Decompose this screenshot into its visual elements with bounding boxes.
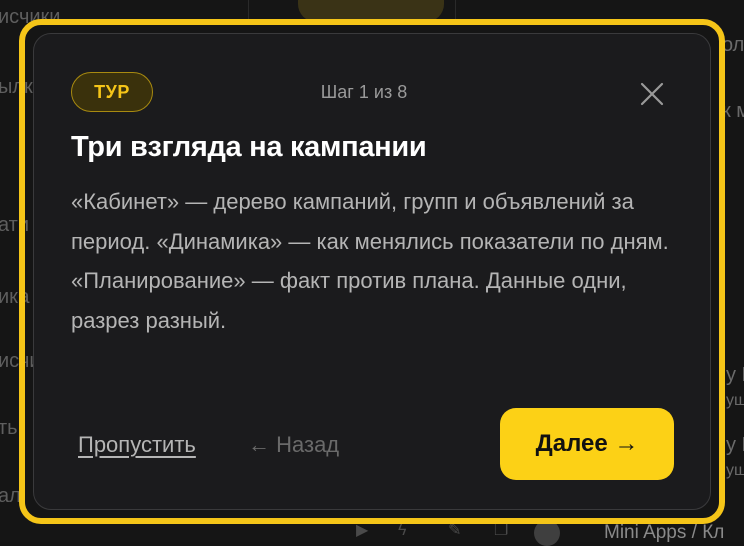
step-counter: Шаг 1 из 8 bbox=[320, 82, 408, 102]
skip-link[interactable]: Пропустить bbox=[78, 432, 196, 458]
background-label: оле bbox=[722, 34, 744, 56]
close-icon bbox=[640, 82, 664, 106]
background-label: к ме bbox=[722, 100, 744, 122]
close-button[interactable] bbox=[636, 78, 668, 110]
next-button[interactable]: Далее → bbox=[500, 408, 674, 480]
tour-badge: ТУР bbox=[71, 72, 153, 112]
background-label: у Кл bbox=[726, 434, 744, 456]
background-label: ал bbox=[0, 485, 21, 507]
dialog-title: Три взгляда на кампании bbox=[71, 131, 427, 163]
tour-dialog: ТУР Шаг 1 из 8 Три взгляда на кампании «… bbox=[33, 33, 711, 510]
background-label: уш bbox=[726, 392, 744, 409]
background-label: ть bbox=[0, 417, 18, 439]
background-footer-text: Mini Apps / Кл bbox=[604, 522, 725, 543]
background-label: уш bbox=[726, 462, 744, 479]
background-label: у Кл bbox=[726, 364, 744, 386]
back-button[interactable]: ← Назад bbox=[248, 432, 339, 458]
dialog-body: «Кабинет» — дерево кампаний, групп и объ… bbox=[71, 189, 669, 333]
